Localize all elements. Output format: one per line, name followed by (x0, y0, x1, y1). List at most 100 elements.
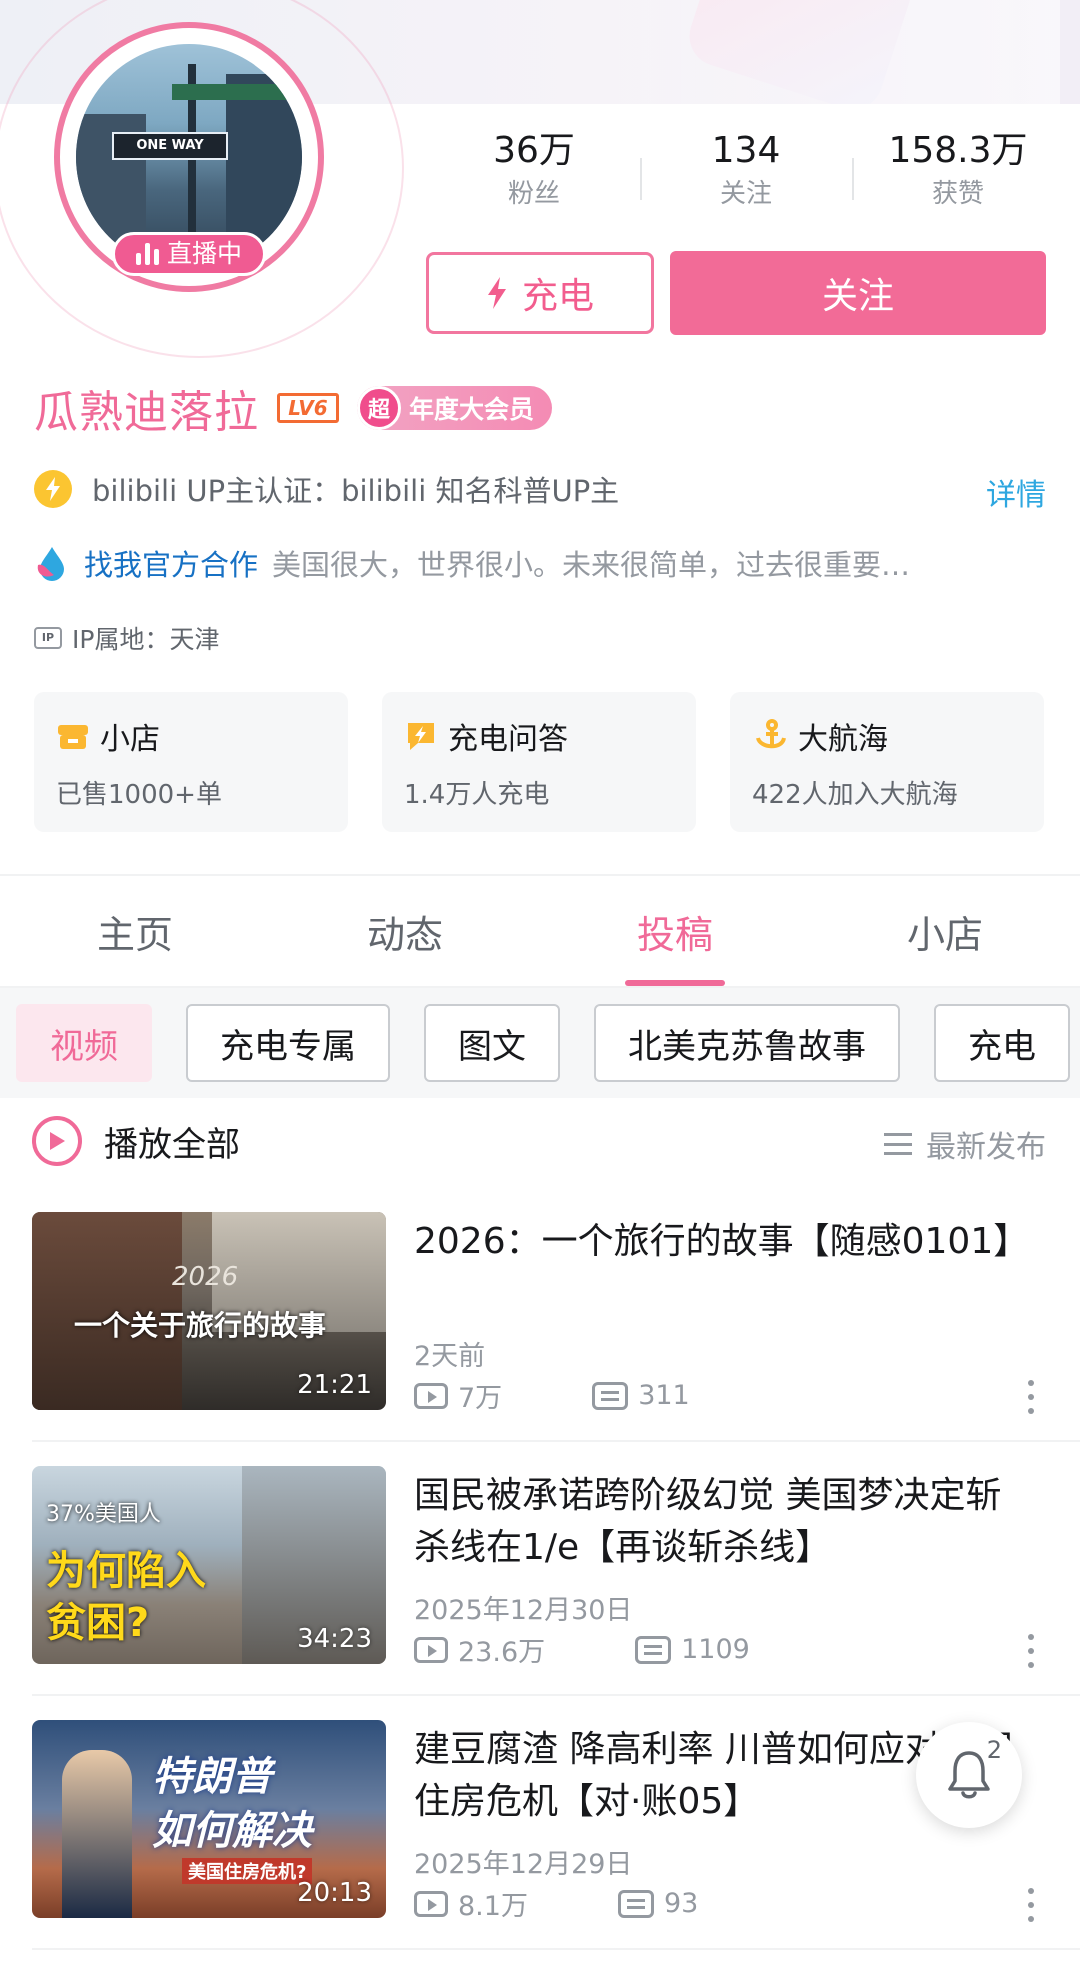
list-divider (32, 1948, 1080, 1950)
tab-home[interactable]: 主页 (0, 876, 270, 986)
chip-video[interactable]: 视频 (16, 1004, 152, 1082)
cooperation-row: 找我官方合作 美国很大，世界很小。未来很简单，过去很重要… (34, 542, 910, 584)
comments-icon (617, 1889, 654, 1918)
detail-link[interactable]: 详情 (986, 470, 1046, 514)
video-thumbnail[interactable]: 2026 一个关于旅行的故事 21:21 (32, 1212, 386, 1410)
profile-stats: 36万 粉丝 134 关注 158.3万 获赞 (428, 128, 1064, 214)
thumb-headline: 特朗普 (152, 1754, 272, 1800)
chip-series[interactable]: 北美克苏鲁故事 (594, 1004, 900, 1082)
views-icon (414, 1890, 448, 1917)
chip-charge-exclusive[interactable]: 充电专属 (186, 1004, 390, 1082)
stat-value: 134 (711, 130, 781, 171)
comment-count: 93 (663, 1888, 699, 1919)
live-label: 直播中 (166, 239, 242, 268)
video-date: 2025年12月29日 (414, 1849, 633, 1880)
video-duration: 21:21 (297, 1370, 372, 1400)
chip-image-text[interactable]: 图文 (424, 1004, 560, 1082)
card-charge-qa[interactable]: 充电问答 1.4万人充电 (382, 692, 696, 832)
view-count: 8.1万 (458, 1891, 528, 1922)
video-meta: 23.6万 1109 (414, 1630, 750, 1669)
follow-button[interactable]: 关注 (670, 251, 1046, 335)
tab-dynamic[interactable]: 动态 (270, 876, 540, 986)
feature-cards: 小店 已售1000+单 充电问答 1.4万人充电 大航海 422人加入大航海 (34, 692, 1046, 832)
bio-text[interactable]: 美国很大，世界很小。未来很简单，过去很重要… (272, 542, 910, 584)
list-divider (32, 1440, 1080, 1442)
view-count: 23.6万 (458, 1637, 546, 1668)
stat-label: 关注 (719, 179, 772, 209)
view-count: 7万 (458, 1383, 503, 1414)
cooperation-link[interactable]: 找我官方合作 (84, 542, 258, 584)
card-voyage[interactable]: 大航海 422人加入大航海 (730, 692, 1044, 832)
thumb-overlay-year: 2026 (172, 1262, 239, 1292)
comments-icon (635, 1635, 672, 1664)
video-item[interactable]: 特朗普 如何解决 美国住房危机? 20:13 建豆腐渣 降高利率 川普如何应对美… (0, 1720, 1080, 1962)
thumb-headline-2: 贫困? (46, 1600, 150, 1646)
charge-qa-icon (408, 723, 434, 750)
thumb-person (62, 1750, 132, 1918)
username: 瓜熟迪落拉 (34, 387, 259, 438)
stat-fans[interactable]: 36万 粉丝 (428, 128, 640, 214)
verification-text: bilibili UP主认证：bilibili 知名科普UP主 (92, 474, 620, 508)
video-thumbnail[interactable]: 特朗普 如何解决 美国住房危机? 20:13 (32, 1720, 386, 1918)
video-meta: 7万 311 (414, 1376, 690, 1415)
sort-button[interactable]: 最新发布 (884, 1122, 1046, 1166)
thumb-headline: 为何陷入 (46, 1548, 206, 1594)
list-divider (32, 1694, 1080, 1696)
avatar-one-way-sign: ONE WAY (112, 132, 228, 160)
thumb-small-text: 美国住房危机? (182, 1858, 313, 1884)
stat-value: 158.3万 (888, 130, 1028, 171)
verified-lightning-icon (34, 470, 72, 508)
video-title: 国民被承诺跨阶级幻觉 美国梦决定斩杀线在1/e【再谈斩杀线】 (414, 1475, 1002, 1568)
card-subtitle: 已售1000+单 (56, 780, 222, 810)
shop-icon (58, 725, 88, 749)
video-item[interactable]: 2026 一个关于旅行的故事 21:21 2026：一个旅行的故事【随感0101… (0, 1212, 1080, 1466)
vip-badge[interactable]: 超 年度大会员 (357, 386, 553, 430)
thumb-small-text: 37%美国人 (46, 1502, 161, 1527)
card-subtitle: 422人加入大航海 (752, 780, 958, 810)
ip-icon: IP (34, 627, 62, 649)
sort-icon (884, 1133, 912, 1155)
comment-count: 311 (638, 1380, 690, 1411)
card-subtitle: 1.4万人充电 (404, 780, 550, 810)
chip-charge[interactable]: 充电 (934, 1004, 1070, 1082)
tab-uploads[interactable]: 投稿 (540, 876, 810, 986)
name-row: 瓜熟迪落拉 LV6 超 年度大会员 (34, 376, 553, 440)
category-chips: 视频 充电专属 图文 北美克苏鲁故事 充电 (16, 1004, 1070, 1082)
video-meta: 8.1万 93 (414, 1884, 698, 1923)
more-options-icon[interactable] (1028, 1380, 1034, 1414)
comment-count: 1109 (681, 1634, 750, 1665)
video-title: 2026：一个旅行的故事【随感0101】 (414, 1221, 1030, 1262)
vip-label: 年度大会员 (409, 395, 535, 424)
video-item[interactable]: 37%美国人 为何陷入 贫困? 34:23 国民被承诺跨阶级幻觉 美国梦决定斩杀… (0, 1466, 1080, 1720)
profile-tabs: 主页 动态 投稿 小店 (0, 876, 1080, 988)
play-circle-icon (32, 1116, 82, 1166)
card-shop[interactable]: 小店 已售1000+单 (34, 692, 348, 832)
play-all-button[interactable]: 播放全部 (32, 1116, 240, 1166)
live-bars-icon (135, 243, 159, 265)
more-options-icon[interactable] (1028, 1888, 1034, 1922)
avatar-street-sign (172, 84, 292, 100)
stat-likes[interactable]: 158.3万 获赞 (852, 128, 1064, 214)
stat-following[interactable]: 134 关注 (640, 128, 852, 214)
level-badge[interactable]: LV6 (277, 393, 339, 423)
video-date: 2天前 (414, 1341, 486, 1372)
anchor-icon (756, 719, 786, 749)
video-duration: 20:13 (297, 1878, 372, 1908)
comments-icon (592, 1381, 629, 1410)
charge-button[interactable]: 充电 (426, 252, 654, 334)
stat-value: 36万 (493, 130, 575, 171)
ip-row: IP IP属地：天津 (34, 620, 219, 656)
thumb-headline-2: 如何解决 (152, 1808, 312, 1854)
video-date: 2025年12月30日 (414, 1595, 633, 1626)
stat-label: 获赞 (931, 179, 984, 209)
cooperation-drop-icon (34, 545, 70, 581)
more-options-icon[interactable] (1028, 1634, 1034, 1668)
views-icon (414, 1382, 448, 1409)
stat-label: 粉丝 (507, 179, 560, 209)
live-badge[interactable]: 直播中 (112, 232, 266, 276)
tab-shop[interactable]: 小店 (810, 876, 1080, 986)
sort-label: 最新发布 (926, 1130, 1046, 1165)
notification-bell-button[interactable]: 2 (916, 1722, 1022, 1828)
video-thumbnail[interactable]: 37%美国人 为何陷入 贫困? 34:23 (32, 1466, 386, 1664)
ip-location: IP属地：天津 (72, 625, 220, 654)
